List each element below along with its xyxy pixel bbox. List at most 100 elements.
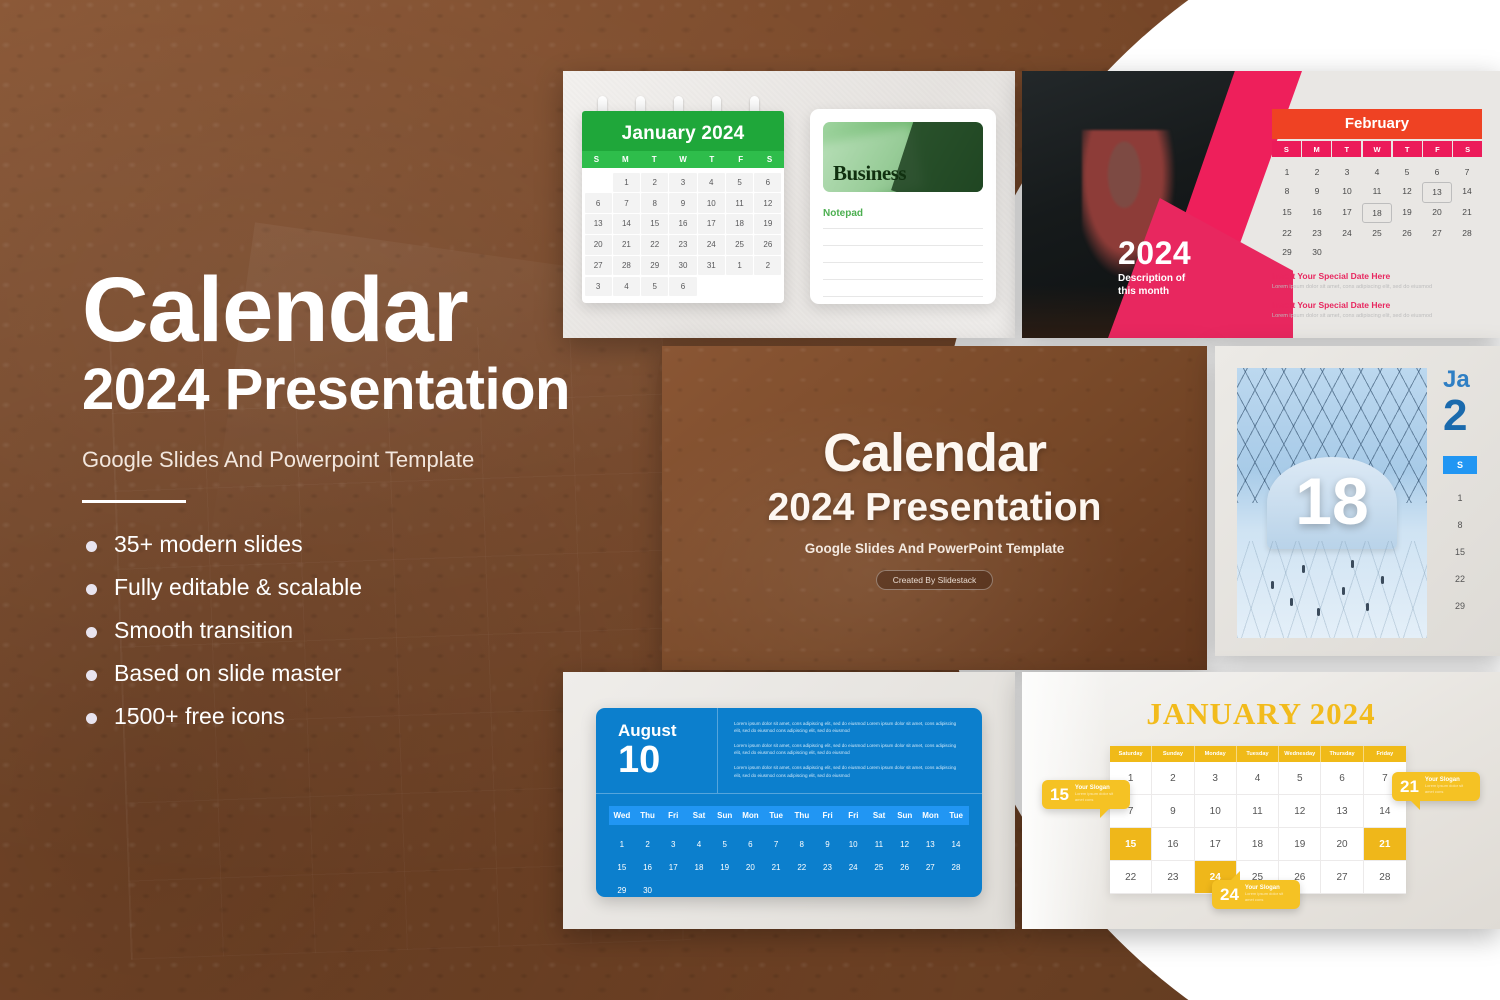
bullet-icon [86, 584, 97, 596]
tooltip-body: Lorem ipsum dolor sit amet cons [1074, 791, 1114, 803]
tooltip-day-21[interactable]: 21 Your Slogan Lorem ipsum dolor sit ame… [1392, 772, 1480, 810]
day-cell [585, 173, 612, 193]
day-cell: 27 [584, 255, 612, 276]
day-cell: 12 [754, 193, 782, 213]
feature-label: 35+ modern slides [114, 531, 303, 558]
day-cell: 4 [612, 276, 640, 297]
weekday-cell: F [738, 155, 744, 164]
day-cell: 22 [641, 234, 669, 255]
day-cell: 12 [900, 840, 910, 849]
day-cell: 26 [1402, 227, 1412, 238]
day-cell: 4 [1236, 762, 1280, 795]
weekday-cell: M [621, 155, 629, 164]
slide-title: Calendar [822, 423, 1047, 483]
slide-preview-main-title[interactable]: Calendar 2024 Presentation Google Slides… [662, 346, 1207, 670]
weekday-cell: T [1332, 141, 1362, 157]
day-cell: 13 [1422, 181, 1452, 203]
day-cell: 6 [584, 193, 612, 213]
day-cell: 21 [771, 863, 781, 872]
paragraph: Lorem ipsum dolor sit amet, cons adipisc… [734, 765, 957, 778]
page-subtitle: 2024 Presentation [82, 357, 570, 423]
day-cell: 23 [1312, 227, 1322, 238]
day-cell: 22 [1282, 227, 1292, 238]
day-cell: 13 [1321, 795, 1364, 828]
bullet-icon [86, 541, 97, 553]
day-cell [754, 277, 781, 297]
notepad-lines [823, 228, 983, 297]
weekday-cell: Sun [897, 811, 913, 820]
feature-label: Smooth transition [114, 617, 293, 644]
day-cell: 27 [1321, 861, 1364, 894]
day-cell: 20 [584, 234, 612, 255]
day-cell: 18 [1362, 202, 1392, 224]
weekday-cell: Thu [794, 811, 810, 820]
bullet-icon [86, 670, 97, 682]
day-cell: 27 [1432, 227, 1442, 238]
weekday-cell: W [679, 155, 687, 164]
tooltip-day-15[interactable]: 15 Your Slogan Lorem ipsum dolor sit ame… [1042, 780, 1130, 818]
calendar-day-grid: 1 2 3 4 5 6 6 7 8 9 10 11 12 13 14 15 16 17 18 19 20 21 22 23 24… [582, 168, 784, 303]
day-number: 10 [618, 739, 661, 782]
day-cell: 3 [1194, 762, 1237, 795]
day-cell: 2 [645, 840, 650, 849]
title-divider [82, 500, 186, 504]
day-cell: 11 [1372, 186, 1382, 197]
day-cell: 25 [726, 234, 754, 255]
day-cell: 20 [745, 863, 755, 872]
day-cell [1332, 242, 1362, 261]
day-cell: 9 [1152, 795, 1195, 828]
paragraph: Lorem ipsum dolor sit amet, cons adipisc… [734, 743, 957, 756]
business-photo: Business [823, 122, 983, 192]
day-cell: 30 [669, 255, 697, 276]
day-cell: 30 [1312, 246, 1322, 257]
author-badge: Created By Slidestack [875, 570, 994, 590]
weekday-cell: Fri [848, 811, 859, 820]
calendar-header: February [1272, 109, 1482, 139]
weekday-cell: Thu [640, 811, 655, 820]
day-cell: 23 [823, 863, 832, 872]
weekday-cell: Tue [769, 811, 783, 820]
day-cell: 19 [1402, 206, 1412, 217]
day-cell: 10 [1342, 186, 1352, 197]
calendar-weekday-row: S [1443, 456, 1500, 474]
day-cell: 18 [694, 863, 704, 872]
calendar-month-title: JANUARY 2024 [1146, 696, 1376, 731]
tooltip-day-number: 24 [1220, 884, 1239, 904]
day-cell: 11 [726, 193, 754, 213]
day-cell: 7 [1464, 167, 1470, 178]
calendar-day-grid: 1 2 3 4 5 6 7 8 9 10 11 12 13 14 15 16 17 18 19 20 21 22 23 24 2… [609, 825, 969, 902]
day-cell: 8 [641, 193, 669, 213]
slide-preview-february-red[interactable]: 2024 Description of this month February S… [1022, 71, 1500, 338]
day-cell: 8 [1284, 186, 1290, 197]
weekday-cell: Wednesday [1279, 746, 1322, 762]
feature-label: Based on slide master [114, 660, 342, 687]
day-cell: 13 [925, 840, 935, 849]
calendar-weekday-row: SMTWTFS [582, 151, 784, 168]
day-cell: 5 [1404, 167, 1410, 178]
day-cell: 4 [697, 172, 725, 193]
day-cell: 23 [1152, 861, 1195, 894]
day-cell: 21 [1462, 206, 1472, 217]
year-label: 2 [1443, 391, 1468, 440]
slide-preview-january-green[interactable]: January 2024 SMTWTFS 1 2 3 4 5 6 6 7 8 9 10 11 12 13 1… [563, 71, 1015, 338]
description-block: Lorem ipsum dolor sit amet, cons adipisc… [718, 708, 982, 793]
weekday-cell: Monday [1195, 746, 1237, 762]
day-cell [698, 277, 725, 297]
day-cell: 10 [848, 840, 858, 849]
day-cell: 16 [1152, 828, 1195, 861]
tooltip-day-24[interactable]: 24 Your Slogan Lorem ipsum dolor sit ame… [1212, 871, 1300, 909]
title-block: Calendar 2024 Presentation Google Slides… [662, 346, 1207, 670]
august-header: August 10 Lorem ipsum dolor sit amet, co… [596, 708, 982, 794]
feature-label: 1500+ free icons [114, 703, 285, 730]
day-cell: 27 [925, 863, 935, 872]
note-body: Lorem ipsum dolor sit amet, cons adipisc… [1272, 283, 1433, 290]
paragraph: Lorem ipsum dolor sit amet, cons adipisc… [734, 721, 957, 734]
day-cell: 6 [1434, 167, 1440, 178]
month-label: August [618, 720, 677, 740]
day-cell: 10 [697, 193, 725, 213]
list-item: Smooth transition [82, 617, 702, 644]
slide-preview-august-blue[interactable]: August 10 Lorem ipsum dolor sit amet, co… [563, 672, 1015, 929]
slide-preview-january-yellow[interactable]: JANUARY 2024 Saturday Sunday Monday Tuesday… [1022, 672, 1500, 929]
slide-preview-eighteen-blue[interactable]: 18 Ja 2 S 1 8 15 22 29 [1215, 346, 1500, 656]
calendar-header: January 2024 [582, 111, 784, 151]
